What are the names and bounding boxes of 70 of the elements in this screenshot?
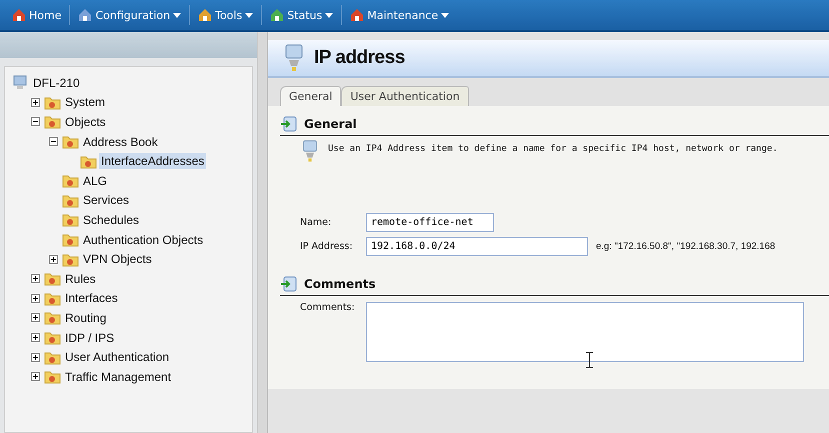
collapse-icon[interactable] bbox=[49, 137, 58, 146]
folder-icon bbox=[44, 310, 61, 326]
section-title: Comments bbox=[304, 276, 376, 290]
description: Use an IP4 Address item to define a name for a specific IP4 host, network or range. bbox=[328, 143, 778, 156]
folder-icon bbox=[44, 330, 61, 346]
tree-item[interactable]: Rules bbox=[63, 270, 98, 287]
tree-item[interactable]: InterfaceAddresses bbox=[99, 153, 206, 170]
folder-icon bbox=[62, 232, 79, 248]
tree-item[interactable]: Traffic Management bbox=[63, 368, 174, 385]
page-title: IP address bbox=[314, 47, 405, 69]
caret-icon bbox=[245, 12, 254, 18]
input-field[interactable]: remote-office-net bbox=[366, 212, 494, 232]
expand-icon[interactable] bbox=[31, 98, 40, 107]
folder-icon bbox=[80, 154, 97, 169]
expand-icon[interactable] bbox=[31, 372, 40, 382]
folder-icon bbox=[62, 173, 79, 188]
home-icon bbox=[12, 8, 26, 22]
folder-icon bbox=[62, 252, 79, 267]
field-label: Comments: bbox=[300, 302, 356, 315]
computer-icon bbox=[13, 74, 29, 91]
section-icon bbox=[280, 276, 298, 292]
menu-item[interactable]: Tools bbox=[190, 5, 262, 25]
menu-item[interactable]: Status bbox=[262, 5, 342, 25]
tree-item[interactable]: Address Book bbox=[81, 134, 160, 150]
expand-icon[interactable] bbox=[31, 352, 40, 362]
tree-item[interactable]: VPN Objects bbox=[81, 251, 154, 268]
expand-icon[interactable] bbox=[31, 313, 40, 322]
tree-item[interactable]: System bbox=[63, 94, 108, 110]
section-title: General bbox=[304, 116, 357, 130]
caret-icon bbox=[325, 12, 334, 18]
menu-item[interactable]: Home bbox=[4, 5, 70, 25]
folder-icon bbox=[44, 369, 61, 384]
comments-field[interactable] bbox=[366, 302, 804, 362]
computer-icon bbox=[284, 44, 304, 72]
collapse-icon[interactable] bbox=[31, 117, 40, 126]
input-field[interactable]: 192.168.0.0/24 bbox=[366, 236, 588, 256]
menu-item[interactable]: Configuration bbox=[70, 5, 190, 25]
folder-icon bbox=[62, 192, 79, 208]
folder-icon bbox=[44, 271, 61, 286]
caret-icon bbox=[173, 12, 182, 18]
folder-icon bbox=[44, 94, 61, 110]
expand-icon[interactable] bbox=[31, 333, 40, 342]
tree-item[interactable]: Schedules bbox=[81, 212, 142, 228]
folder-icon bbox=[44, 114, 61, 130]
field-label: Name: bbox=[300, 216, 332, 228]
menu-item[interactable]: Maintenance bbox=[342, 5, 458, 25]
tab[interactable]: User Authentication bbox=[341, 86, 469, 106]
expand-icon[interactable] bbox=[31, 274, 40, 284]
tree-item[interactable]: Interfaces bbox=[63, 290, 120, 306]
tree-item[interactable]: IDP / IPS bbox=[63, 330, 116, 346]
text-cursor-icon bbox=[586, 352, 593, 368]
tree-item[interactable]: DFL-210 bbox=[31, 74, 82, 91]
expand-icon[interactable] bbox=[49, 254, 58, 264]
tree-item[interactable]: Routing bbox=[63, 310, 108, 326]
tree-item[interactable]: ALG bbox=[81, 172, 110, 189]
tree-item[interactable]: Authentication Objects bbox=[81, 232, 206, 248]
folder-icon bbox=[44, 290, 61, 306]
section-icon bbox=[280, 116, 298, 132]
folder-icon bbox=[62, 134, 79, 150]
expand-icon[interactable] bbox=[31, 294, 40, 303]
folder-icon bbox=[62, 212, 79, 228]
computer-icon bbox=[302, 140, 318, 162]
tree-item[interactable]: Objects bbox=[63, 114, 108, 130]
tree-item[interactable]: Services bbox=[81, 192, 132, 208]
hint-text: e.g: "172.16.50.8", "192.168.30.7, 192.168 bbox=[596, 240, 776, 252]
caret-icon bbox=[441, 12, 450, 18]
field-label: IP Address: bbox=[300, 240, 354, 252]
tree-item[interactable]: User Authentication bbox=[63, 349, 172, 366]
tab[interactable]: General bbox=[280, 86, 342, 106]
folder-icon bbox=[44, 350, 61, 365]
